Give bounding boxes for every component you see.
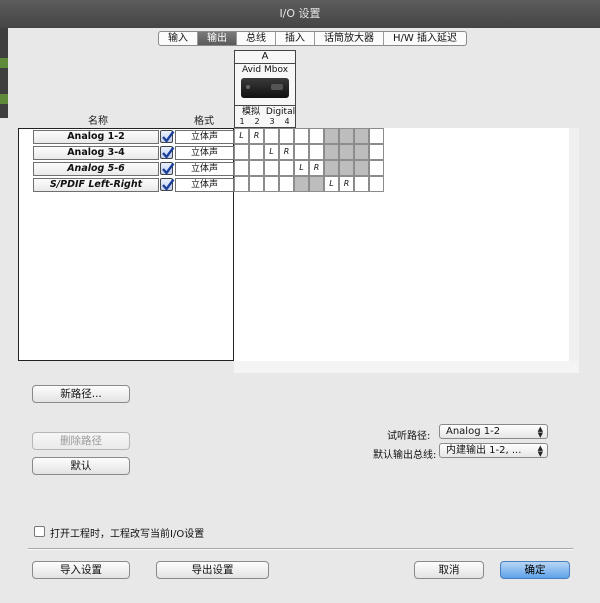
routing-cell-assigned[interactable]: L	[294, 160, 309, 176]
channel-group-analog: 模拟	[241, 107, 260, 117]
device-header: Avid Mbox	[234, 64, 296, 106]
horizontal-scrollbar[interactable]	[234, 361, 579, 373]
routing-cell-assigned[interactable]: R	[279, 144, 294, 160]
routing-cell-assigned[interactable]: L	[324, 176, 339, 192]
routing-cell[interactable]	[264, 176, 279, 192]
updown-arrow-icon: ▲ ▼	[537, 444, 543, 458]
routing-cell[interactable]	[234, 160, 249, 176]
path-active-checkbox[interactable]	[160, 178, 175, 191]
path-format[interactable]: 立体声	[175, 162, 234, 176]
routing-cell[interactable]	[294, 176, 309, 192]
delete-path-button[interactable]: 删除路径	[32, 432, 130, 450]
device-name: Avid Mbox	[241, 65, 289, 75]
routing-cell[interactable]	[264, 160, 279, 176]
routing-cell[interactable]	[339, 128, 354, 144]
routing-cell[interactable]	[294, 128, 309, 144]
import-settings-button[interactable]: 导入设置	[32, 561, 130, 579]
routing-cell[interactable]	[354, 128, 369, 144]
routing-cell[interactable]	[279, 128, 294, 144]
checkmark-icon	[162, 146, 175, 159]
audition-label: 试听路径:	[387, 431, 431, 442]
ok-button[interactable]: 确定	[500, 561, 570, 579]
updown-arrow-icon: ▲ ▼	[537, 425, 543, 439]
routing-cell[interactable]	[279, 160, 294, 176]
routing-cell[interactable]	[309, 144, 324, 160]
routing-cell[interactable]	[339, 144, 354, 160]
channel-number: 1	[239, 117, 245, 126]
path-format[interactable]: 立体声	[175, 130, 234, 144]
path-name-field[interactable]: Analog 3-4	[33, 146, 159, 160]
export-settings-button[interactable]: 导出设置	[156, 561, 269, 579]
tab-bar: 输入 输出 总线 插入 话筒放大器 H/W 插入延迟	[158, 31, 467, 46]
path-name-field[interactable]: Analog 5-6	[33, 162, 159, 176]
routing-cell[interactable]	[324, 144, 339, 160]
background-window-strip	[0, 28, 8, 118]
path-active-checkbox[interactable]	[160, 146, 175, 159]
path-format[interactable]: 立体声	[175, 146, 234, 160]
path-name-field[interactable]: S/PDIF Left-Right	[33, 178, 159, 192]
column-header-format: 格式	[194, 116, 214, 127]
default-bus-label: 默认输出总线:	[373, 450, 437, 461]
audio-interface-icon	[241, 78, 289, 98]
routing-cell[interactable]	[249, 160, 264, 176]
routing-cell[interactable]	[369, 176, 384, 192]
routing-cell[interactable]	[294, 144, 309, 160]
routing-cell-assigned[interactable]: L	[234, 128, 249, 144]
routing-cell-assigned[interactable]: R	[339, 176, 354, 192]
routing-cell[interactable]	[249, 144, 264, 160]
channel-group-digital: Digital	[265, 107, 296, 117]
channel-number: 4	[284, 117, 290, 126]
routing-cell-assigned[interactable]: L	[264, 144, 279, 160]
tab-bus[interactable]: 总线	[237, 32, 276, 45]
routing-cell[interactable]	[369, 160, 384, 176]
divider	[28, 548, 573, 550]
new-path-button[interactable]: 新路径...	[32, 385, 130, 403]
tab-mic-preamp[interactable]: 话筒放大器	[315, 32, 384, 45]
routing-cell[interactable]	[309, 176, 324, 192]
path-format[interactable]: 立体声	[175, 178, 234, 192]
routing-cell[interactable]	[234, 144, 249, 160]
tab-hw-insert-delay[interactable]: H/W 插入延迟	[384, 32, 466, 45]
window-title: I/O 设置	[279, 7, 321, 20]
vertical-scrollbar[interactable]	[569, 128, 579, 361]
checkmark-icon	[162, 130, 175, 143]
checkmark-icon	[162, 178, 175, 191]
overwrite-io-checkbox[interactable]	[34, 526, 45, 537]
channel-header: 模拟 Digital 1 2 3 4	[234, 106, 296, 128]
overwrite-io-label: 打开工程时，工程改写当前I/O设置	[50, 529, 205, 540]
routing-cell[interactable]	[354, 144, 369, 160]
device-section-header: A	[234, 50, 296, 64]
routing-cell[interactable]	[369, 144, 384, 160]
default-button[interactable]: 默认	[32, 457, 130, 475]
routing-cell[interactable]	[369, 128, 384, 144]
routing-cell[interactable]	[324, 128, 339, 144]
audition-path-select[interactable]: Analog 1-2 ▲ ▼	[439, 424, 548, 439]
tab-input[interactable]: 输入	[159, 32, 198, 45]
routing-cell[interactable]	[309, 128, 324, 144]
checkmark-icon	[162, 162, 175, 175]
path-name-field[interactable]: Analog 1-2	[33, 130, 159, 144]
window-titlebar: I/O 设置	[0, 0, 600, 28]
path-active-checkbox[interactable]	[160, 130, 175, 143]
default-output-bus-value: 内建输出 1-2, ...	[446, 445, 522, 456]
tab-output[interactable]: 输出	[198, 32, 237, 45]
path-active-checkbox[interactable]	[160, 162, 175, 175]
column-header-name: 名称	[88, 116, 108, 127]
routing-cell[interactable]	[249, 176, 264, 192]
tab-insert[interactable]: 插入	[276, 32, 315, 45]
default-output-bus-select[interactable]: 内建输出 1-2, ... ▲ ▼	[439, 443, 548, 458]
routing-cell[interactable]	[234, 176, 249, 192]
routing-cell[interactable]	[339, 160, 354, 176]
routing-cell[interactable]	[279, 176, 294, 192]
routing-cell-assigned[interactable]: R	[249, 128, 264, 144]
routing-cell[interactable]	[354, 160, 369, 176]
audition-path-value: Analog 1-2	[446, 426, 501, 437]
channel-number: 3	[269, 117, 275, 126]
routing-cell[interactable]	[324, 160, 339, 176]
channel-number: 2	[254, 117, 260, 126]
cancel-button[interactable]: 取消	[414, 561, 484, 579]
routing-cell[interactable]	[264, 128, 279, 144]
routing-cell[interactable]	[354, 176, 369, 192]
routing-cell-assigned[interactable]: R	[309, 160, 324, 176]
